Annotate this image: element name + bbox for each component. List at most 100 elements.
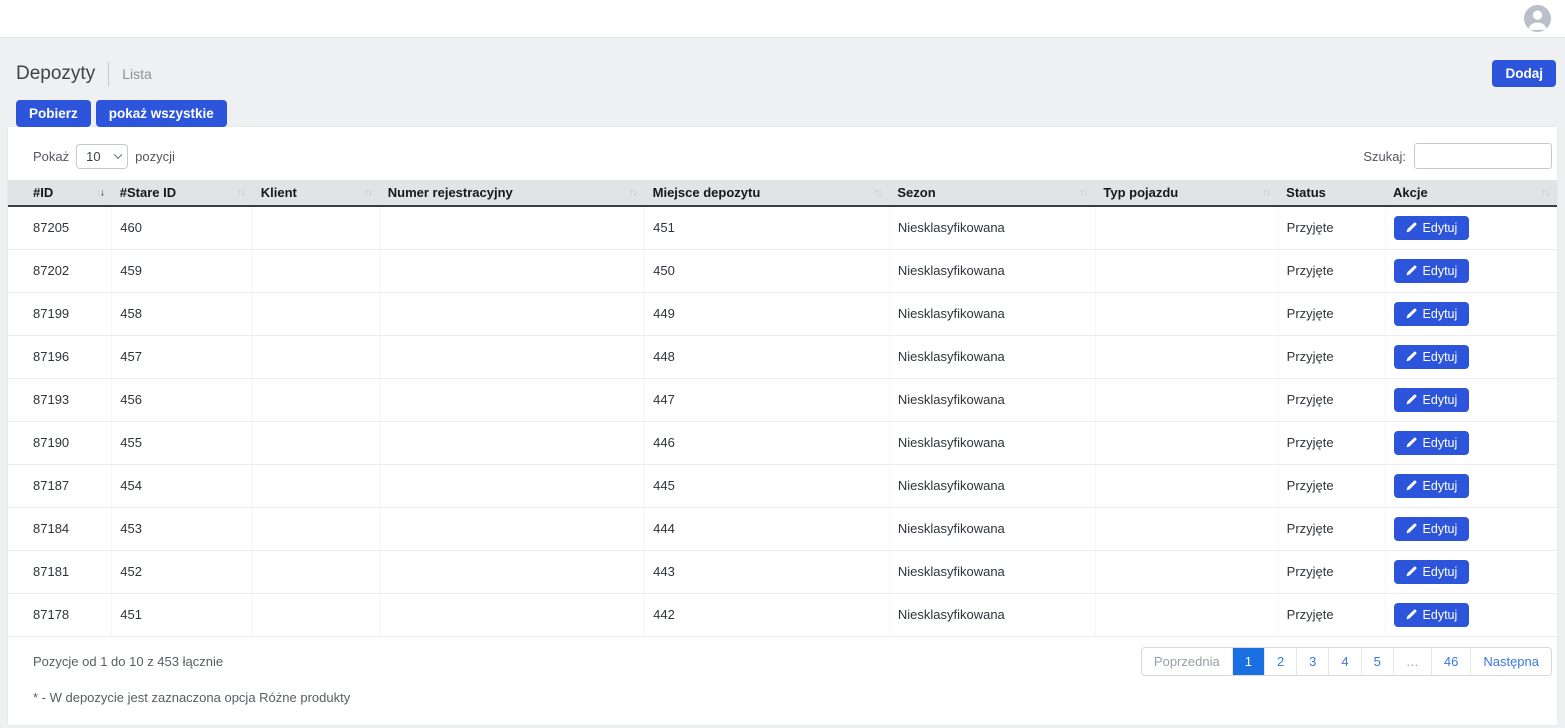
cell-id: 87184	[8, 507, 112, 550]
cell-typ-pojazdu	[1095, 335, 1278, 378]
column-header-sezon[interactable]: Sezon↑↓	[889, 180, 1095, 206]
cell-sezon: Niesklasyfikowana	[889, 292, 1095, 335]
pagination-ellipsis[interactable]: …	[1393, 648, 1431, 675]
pencil-icon	[1406, 523, 1417, 534]
cell-stare-id: 451	[112, 593, 253, 636]
cell-stare-id: 452	[112, 550, 253, 593]
column-label: #Stare ID	[120, 185, 176, 200]
table-controls: Pokaż 10 pozycji Szukaj:	[8, 127, 1557, 180]
edit-button[interactable]: Edytuj	[1394, 259, 1470, 283]
sort-icon: ↑↓	[873, 187, 881, 198]
column-header-miejsce-depozytu[interactable]: Miejsce depozytu↑↓	[645, 180, 890, 206]
cell-id: 87178	[8, 593, 112, 636]
cell-numer-rejestracyjny	[380, 421, 645, 464]
edit-button-label: Edytuj	[1423, 307, 1458, 321]
cell-numer-rejestracyjny	[380, 249, 645, 292]
column-label: Status	[1286, 185, 1326, 200]
pencil-icon	[1406, 394, 1417, 405]
cell-sezon: Niesklasyfikowana	[889, 507, 1095, 550]
download-button[interactable]: Pobierz	[16, 100, 91, 127]
length-label-after: pozycji	[135, 149, 175, 164]
column-header-klient[interactable]: Klient↑↓	[253, 180, 380, 206]
edit-button[interactable]: Edytuj	[1394, 216, 1470, 240]
pagination-next[interactable]: Następna	[1470, 648, 1551, 675]
cell-status: Przyjęte	[1278, 378, 1385, 421]
edit-button[interactable]: Edytuj	[1394, 388, 1470, 412]
cell-klient	[253, 464, 380, 507]
column-label: Akcje	[1393, 185, 1428, 200]
cell-akcje: Edytuj	[1385, 593, 1557, 636]
page-title: Depozyty	[16, 63, 95, 85]
pagination-previous[interactable]: Poprzednia	[1142, 648, 1232, 675]
edit-button[interactable]: Edytuj	[1394, 431, 1470, 455]
cell-sezon: Niesklasyfikowana	[889, 335, 1095, 378]
cell-status: Przyjęte	[1278, 292, 1385, 335]
cell-numer-rejestracyjny	[380, 335, 645, 378]
edit-button-label: Edytuj	[1423, 608, 1458, 622]
cell-stare-id: 458	[112, 292, 253, 335]
column-header-numer-rejestracyjny[interactable]: Numer rejestracyjny↑↓	[380, 180, 645, 206]
column-header-status[interactable]: Status	[1278, 180, 1385, 206]
cell-akcje: Edytuj	[1385, 507, 1557, 550]
cell-sezon: Niesklasyfikowana	[889, 550, 1095, 593]
cell-klient	[253, 249, 380, 292]
pencil-icon	[1406, 437, 1417, 448]
edit-button[interactable]: Edytuj	[1394, 603, 1470, 627]
cell-status: Przyjęte	[1278, 249, 1385, 292]
edit-button-label: Edytuj	[1423, 350, 1458, 364]
cell-miejsce-depozytu: 445	[645, 464, 890, 507]
edit-button[interactable]: Edytuj	[1394, 517, 1470, 541]
column-header-id[interactable]: #ID↑↓	[8, 180, 112, 206]
column-label: Sezon	[897, 185, 935, 200]
cell-status: Przyjęte	[1278, 507, 1385, 550]
edit-button-label: Edytuj	[1423, 436, 1458, 450]
user-avatar[interactable]	[1524, 5, 1551, 32]
pencil-icon	[1406, 609, 1417, 620]
pagination-page-3[interactable]: 3	[1296, 648, 1328, 675]
sort-icon: ↑↓	[364, 187, 372, 198]
cell-numer-rejestracyjny	[380, 550, 645, 593]
column-header-akcje[interactable]: Akcje↑↓	[1385, 180, 1557, 206]
cell-id: 87205	[8, 206, 112, 249]
pagination-page-4[interactable]: 4	[1328, 648, 1360, 675]
table-footer: Pozycje od 1 do 10 z 453 łącznie Poprzed…	[8, 637, 1557, 676]
edit-button-label: Edytuj	[1423, 221, 1458, 235]
pagination-page-5[interactable]: 5	[1361, 648, 1393, 675]
cell-numer-rejestracyjny	[380, 593, 645, 636]
column-header-stare-id[interactable]: #Stare ID ↑↓	[112, 180, 253, 206]
cell-klient	[253, 206, 380, 249]
cell-numer-rejestracyjny	[380, 206, 645, 249]
pagination-page-1[interactable]: 1	[1232, 648, 1264, 675]
show-all-button[interactable]: pokaż wszystkie	[96, 100, 227, 127]
pagination-page-2[interactable]: 2	[1264, 648, 1296, 675]
cell-stare-id: 457	[112, 335, 253, 378]
column-header-typ-pojazdu[interactable]: Typ pojazdu↑↓	[1095, 180, 1278, 206]
cell-klient	[253, 421, 380, 464]
search-control: Szukaj:	[1363, 143, 1552, 169]
cell-akcje: Edytuj	[1385, 292, 1557, 335]
edit-button[interactable]: Edytuj	[1394, 302, 1470, 326]
page-length-select[interactable]: 10	[76, 144, 128, 169]
search-input[interactable]	[1414, 143, 1552, 169]
table-row: 87187454445NiesklasyfikowanaPrzyjęteEdyt…	[8, 464, 1557, 507]
edit-button-label: Edytuj	[1423, 522, 1458, 536]
cell-numer-rejestracyjny	[380, 378, 645, 421]
cell-akcje: Edytuj	[1385, 378, 1557, 421]
pagination-page-46[interactable]: 46	[1431, 648, 1470, 675]
cell-sezon: Niesklasyfikowana	[889, 593, 1095, 636]
pencil-icon	[1406, 308, 1417, 319]
edit-button[interactable]: Edytuj	[1394, 560, 1470, 584]
cell-id: 87190	[8, 421, 112, 464]
edit-button[interactable]: Edytuj	[1394, 345, 1470, 369]
topbar	[0, 0, 1565, 38]
sort-icon: ↑↓	[237, 187, 245, 198]
edit-button[interactable]: Edytuj	[1394, 474, 1470, 498]
cell-klient	[253, 335, 380, 378]
cell-stare-id: 459	[112, 249, 253, 292]
footnote: * - W depozycie jest zaznaczona opcja Ró…	[8, 676, 1557, 705]
page-length-control: Pokaż 10 pozycji	[33, 144, 175, 169]
add-button[interactable]: Dodaj	[1492, 60, 1556, 87]
cell-miejsce-depozytu: 442	[645, 593, 890, 636]
cell-typ-pojazdu	[1095, 421, 1278, 464]
table-row: 87199458449NiesklasyfikowanaPrzyjęteEdyt…	[8, 292, 1557, 335]
